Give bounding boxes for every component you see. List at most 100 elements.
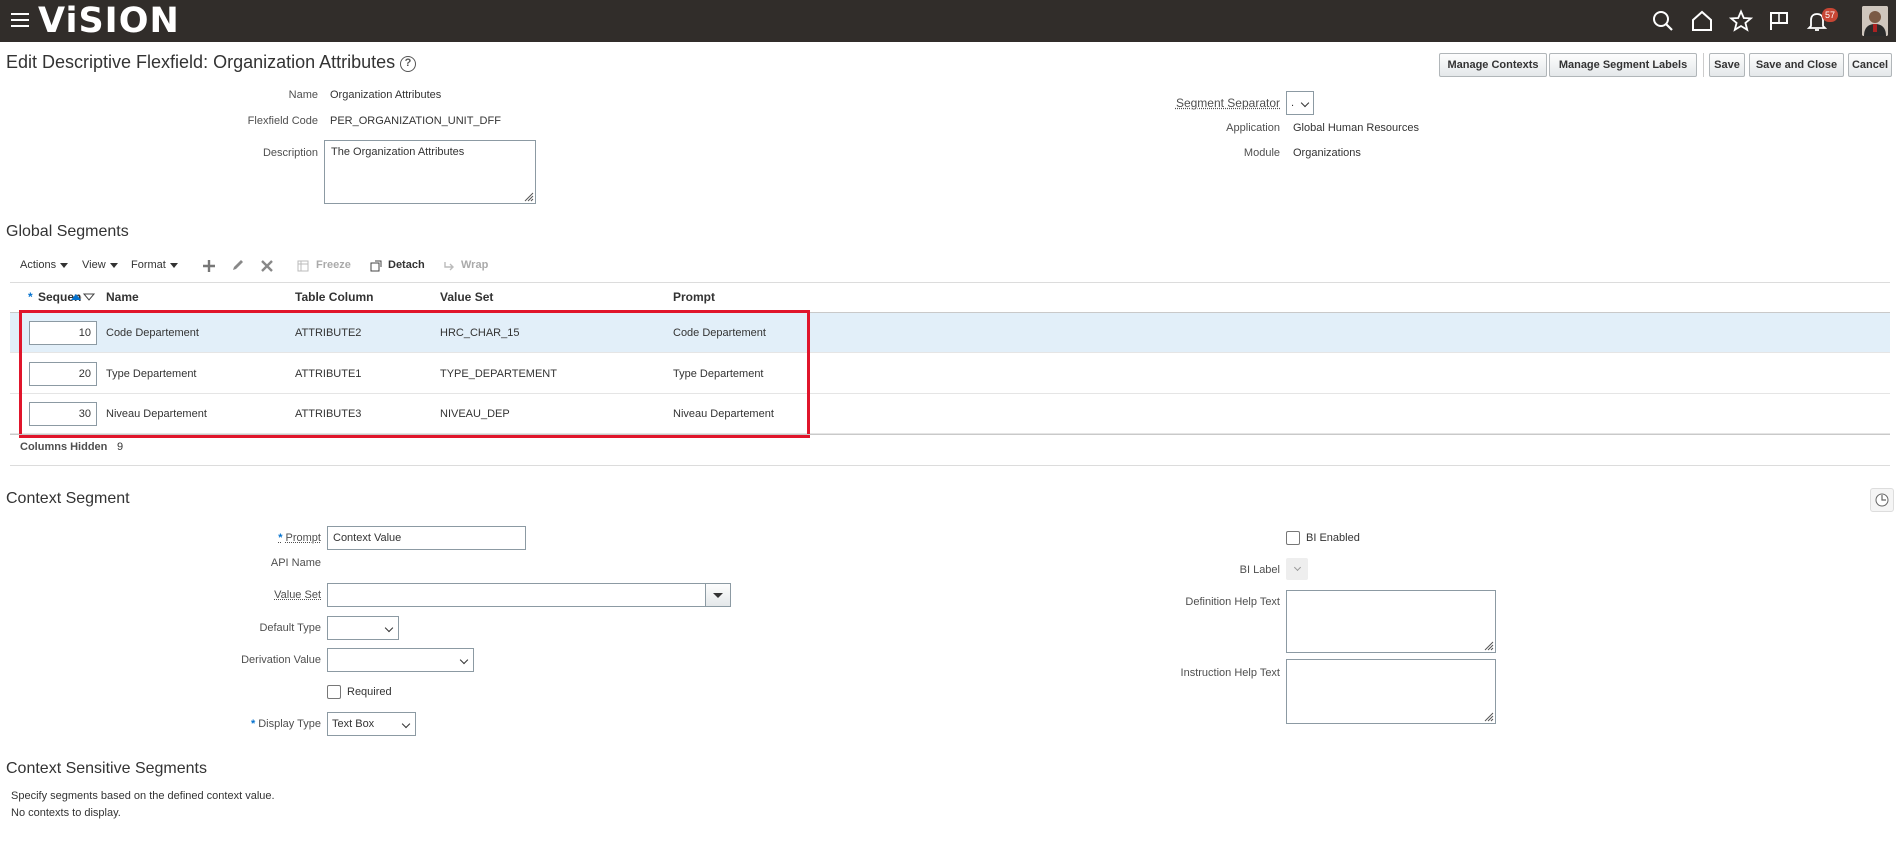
instruction-help-textarea[interactable]	[1286, 659, 1496, 724]
user-avatar[interactable]	[1862, 6, 1888, 36]
add-icon[interactable]	[202, 259, 216, 273]
value-set-input[interactable]	[327, 583, 707, 607]
prompt-column-header[interactable]: Prompt	[673, 290, 715, 304]
caret-down-icon	[169, 262, 178, 268]
derivation-value-label: Derivation Value	[241, 654, 321, 666]
search-icon[interactable]	[1651, 9, 1675, 33]
sort-icon[interactable]	[70, 292, 96, 302]
edit-pencil-icon[interactable]	[231, 258, 245, 272]
chevron-down-icon	[401, 719, 411, 729]
actions-menu-label: Actions	[20, 259, 57, 271]
display-type-select[interactable]: Text Box	[327, 712, 416, 736]
info-icon	[1875, 493, 1889, 507]
prompt-input[interactable]: Context Value	[327, 526, 526, 550]
derivation-value-select[interactable]	[327, 648, 474, 672]
help-icon[interactable]: ?	[400, 56, 416, 72]
no-contexts-message: No contexts to display.	[11, 807, 121, 819]
global-segments-heading: Global Segments	[6, 223, 129, 240]
wrap-button[interactable]: Wrap	[461, 259, 488, 271]
display-type-field-label: * Display Type	[180, 718, 321, 730]
display-type-value: Text Box	[332, 718, 375, 730]
resize-grip-icon[interactable]	[524, 192, 534, 202]
module-value: Organizations	[1293, 147, 1361, 159]
view-menu-label: View	[82, 259, 106, 271]
name-column-header[interactable]: Name	[106, 290, 139, 304]
bi-label-select[interactable]	[1286, 558, 1308, 580]
save-and-close-button[interactable]: Save and Close	[1749, 53, 1844, 77]
caret-down-icon	[713, 593, 723, 598]
module-label: Module	[1243, 147, 1280, 159]
instruction-help-text-label: Instruction Help Text	[1180, 667, 1280, 679]
required-checkbox[interactable]	[327, 685, 341, 699]
description-text: The Organization Attributes	[331, 146, 465, 158]
home-icon[interactable]	[1690, 9, 1714, 33]
format-menu[interactable]: Format	[131, 259, 178, 271]
toolbar-divider	[1703, 53, 1704, 77]
api-name-label: API Name	[270, 557, 321, 569]
prompt-label-text: Prompt	[285, 532, 321, 544]
view-menu[interactable]: View	[82, 259, 118, 271]
required-checkbox-label: Required	[347, 686, 392, 698]
application-label: Application	[1226, 122, 1280, 134]
definition-help-text-label: Definition Help Text	[1185, 596, 1280, 608]
description-textarea[interactable]: The Organization Attributes	[324, 140, 536, 204]
chevron-down-icon	[1300, 98, 1310, 108]
table-bottom-border	[10, 434, 1890, 435]
resize-grip-icon[interactable]	[1484, 712, 1494, 722]
description-label: Description	[262, 147, 318, 159]
cancel-button[interactable]: Cancel	[1848, 53, 1892, 77]
segment-separator-label: Segment Separator	[1175, 96, 1280, 110]
favorites-star-icon[interactable]	[1729, 9, 1753, 33]
columns-hidden-count: 9	[117, 441, 124, 453]
freeze-button[interactable]: Freeze	[316, 259, 351, 271]
application-value: Global Human Resources	[1293, 122, 1419, 134]
required-marker: *	[278, 532, 283, 544]
default-type-label: Default Type	[259, 622, 321, 634]
vision-logo[interactable]: ViSION	[38, 2, 180, 40]
value-set-dropdown-button[interactable]	[705, 583, 731, 607]
context-sensitive-instruction: Specify segments based on the defined co…	[11, 790, 275, 802]
chevron-down-icon	[1293, 563, 1302, 572]
default-type-select[interactable]	[327, 616, 399, 640]
segment-separator-value: .	[1291, 97, 1295, 109]
table-column-header[interactable]: Table Column	[295, 290, 373, 304]
caret-down-icon	[109, 262, 118, 268]
page-title: Edit Descriptive Flexfield: Organization…	[6, 52, 396, 72]
columns-hidden-label: Columns Hidden	[20, 441, 108, 453]
context-segment-heading: Context Segment	[6, 490, 130, 507]
manage-contexts-button[interactable]: Manage Contexts	[1439, 53, 1547, 77]
detach-icon	[370, 260, 382, 272]
bi-label-label: BI Label	[1239, 564, 1280, 576]
required-marker: *	[250, 718, 256, 730]
sequence-required-marker: *	[28, 290, 33, 304]
watchlist-flag-icon[interactable]	[1767, 9, 1791, 33]
manage-segment-labels-button[interactable]: Manage Segment Labels	[1549, 53, 1697, 77]
detach-button[interactable]: Detach	[388, 259, 425, 271]
delete-x-icon[interactable]	[260, 259, 274, 273]
freeze-icon	[297, 260, 309, 272]
value-set-label: Value Set	[274, 589, 321, 601]
segment-separator-select[interactable]: .	[1286, 91, 1314, 115]
actions-menu[interactable]: Actions	[20, 259, 69, 271]
table-top-border	[10, 282, 1890, 283]
highlight-annotation-box	[19, 310, 810, 438]
chevron-down-icon	[459, 655, 469, 665]
section-divider	[10, 465, 1890, 466]
definition-help-textarea[interactable]	[1286, 590, 1496, 653]
format-menu-label: Format	[131, 259, 166, 271]
context-sensitive-segments-heading: Context Sensitive Segments	[6, 760, 207, 777]
chevron-down-icon	[384, 623, 394, 633]
top-bar: ViSION 57	[0, 0, 1896, 42]
bi-enabled-checkbox[interactable]	[1286, 531, 1300, 545]
value-set-column-header[interactable]: Value Set	[440, 290, 493, 304]
save-button[interactable]: Save	[1709, 53, 1745, 77]
resize-grip-icon[interactable]	[1484, 641, 1494, 651]
name-label: Name	[288, 89, 318, 101]
prompt-field-label: * Prompt	[180, 532, 321, 544]
notification-count-badge: 57	[1822, 8, 1838, 22]
caret-down-icon	[60, 262, 69, 268]
context-segment-info-button[interactable]	[1870, 488, 1894, 512]
flexfield-code-value: PER_ORGANIZATION_UNIT_DFF	[330, 115, 501, 127]
name-value: Organization Attributes	[330, 89, 442, 101]
navigator-menu-icon[interactable]	[11, 13, 29, 29]
